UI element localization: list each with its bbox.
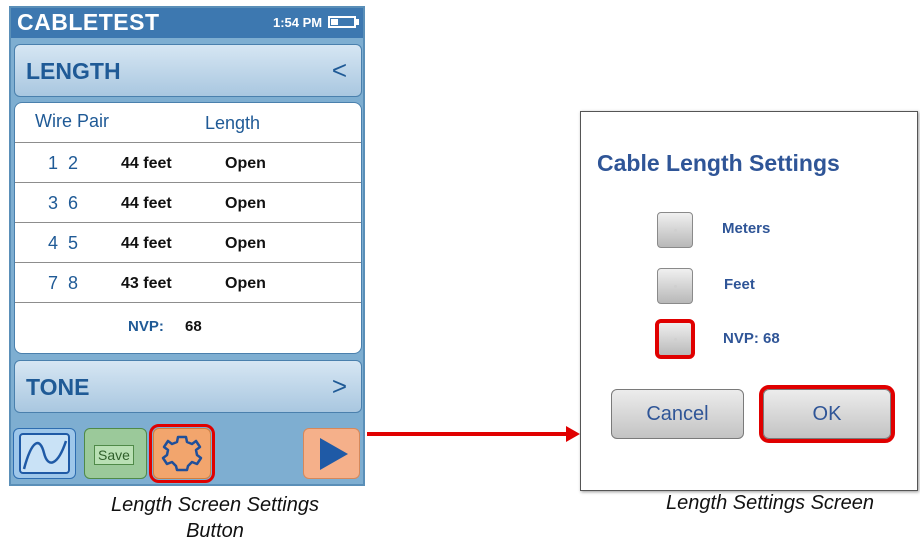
graph-button[interactable] <box>13 428 76 479</box>
pair-length: 44 feet <box>121 155 172 172</box>
pair-second-wire: 6 <box>68 193 79 213</box>
play-icon <box>320 438 348 470</box>
caption-settings-screen: Length Settings Screen <box>666 492 874 514</box>
wire-pair-header: Wire Pair <box>35 111 110 131</box>
radio-dot <box>674 285 677 288</box>
expand-chevron-icon[interactable]: > <box>332 371 347 402</box>
pair-length: 44 feet <box>121 195 172 212</box>
table-row: 1 2 44 feet Open <box>15 143 361 183</box>
play-button[interactable] <box>303 428 360 479</box>
pair-first-wire: 7 <box>48 273 59 293</box>
arrow-head-icon <box>566 426 580 442</box>
length-section-title: LENGTH <box>26 58 121 84</box>
pair-first-wire: 4 <box>48 233 59 253</box>
table-header-row: Wire Pair Length <box>15 103 361 143</box>
nvp-radio-button[interactable] <box>655 319 695 359</box>
nvp-option-label: NVP: 68 <box>723 330 780 347</box>
radio-dot <box>674 338 677 341</box>
battery-icon <box>328 16 356 28</box>
caption-settings-button: Length Screen Settings Button <box>111 494 319 542</box>
collapse-chevron-icon[interactable]: < <box>332 55 347 86</box>
meters-option-label: Meters <box>722 220 771 237</box>
table-row: 7 8 43 feet Open <box>15 263 361 303</box>
pair-second-wire: 8 <box>68 273 79 293</box>
app-title: CABLETEST <box>17 9 160 35</box>
table-row: 4 5 44 feet Open <box>15 223 361 263</box>
pair-status: Open <box>225 275 266 292</box>
pair-first-wire: 1 <box>48 153 59 173</box>
battery-tip <box>356 19 359 25</box>
nvp-label: NVP: <box>128 318 164 335</box>
battery-level <box>331 19 338 25</box>
length-section-header[interactable]: LENGTH < <box>14 44 362 97</box>
save-label: Save <box>94 445 134 465</box>
pair-length: 44 feet <box>121 235 172 252</box>
settings-button[interactable] <box>149 424 215 483</box>
pair-length: 43 feet <box>121 275 172 292</box>
cabletest-device-screen: CABLETEST 1:54 PM LENGTH < Wire Pair Len… <box>9 6 365 486</box>
pair-status: Open <box>225 235 266 252</box>
flow-arrow-line <box>367 432 568 436</box>
length-header: Length <box>205 113 261 133</box>
pair-second-wire: 5 <box>68 233 79 253</box>
graph-icon <box>19 433 70 474</box>
table-row: 3 6 44 feet Open <box>15 183 361 223</box>
gear-icon <box>161 435 203 472</box>
pair-status: Open <box>225 195 266 212</box>
feet-radio-button[interactable] <box>657 268 693 304</box>
pair-first-wire: 3 <box>48 193 59 213</box>
pair-second-wire: 2 <box>68 153 79 173</box>
meters-radio-button[interactable] <box>657 212 693 248</box>
clock: 1:54 PM <box>273 15 323 30</box>
dialog-title: Cable Length Settings <box>597 150 840 176</box>
save-button[interactable]: Save <box>84 428 147 479</box>
cable-length-settings-dialog: Cable Length Settings Meters Feet NVP: 6… <box>580 111 918 491</box>
status-bar: CABLETEST 1:54 PM <box>11 8 363 38</box>
tone-section-header[interactable]: TONE > <box>14 360 362 413</box>
length-results-panel: Wire Pair Length 1 2 44 feet Open 3 6 44… <box>14 102 362 354</box>
tone-section-title: TONE <box>26 374 90 400</box>
feet-option-label: Feet <box>724 276 755 293</box>
cancel-button[interactable]: Cancel <box>611 389 744 439</box>
ok-button[interactable]: OK <box>759 385 895 443</box>
pair-status: Open <box>225 155 266 172</box>
nvp-value: 68 <box>185 318 202 335</box>
radio-dot <box>674 229 677 232</box>
